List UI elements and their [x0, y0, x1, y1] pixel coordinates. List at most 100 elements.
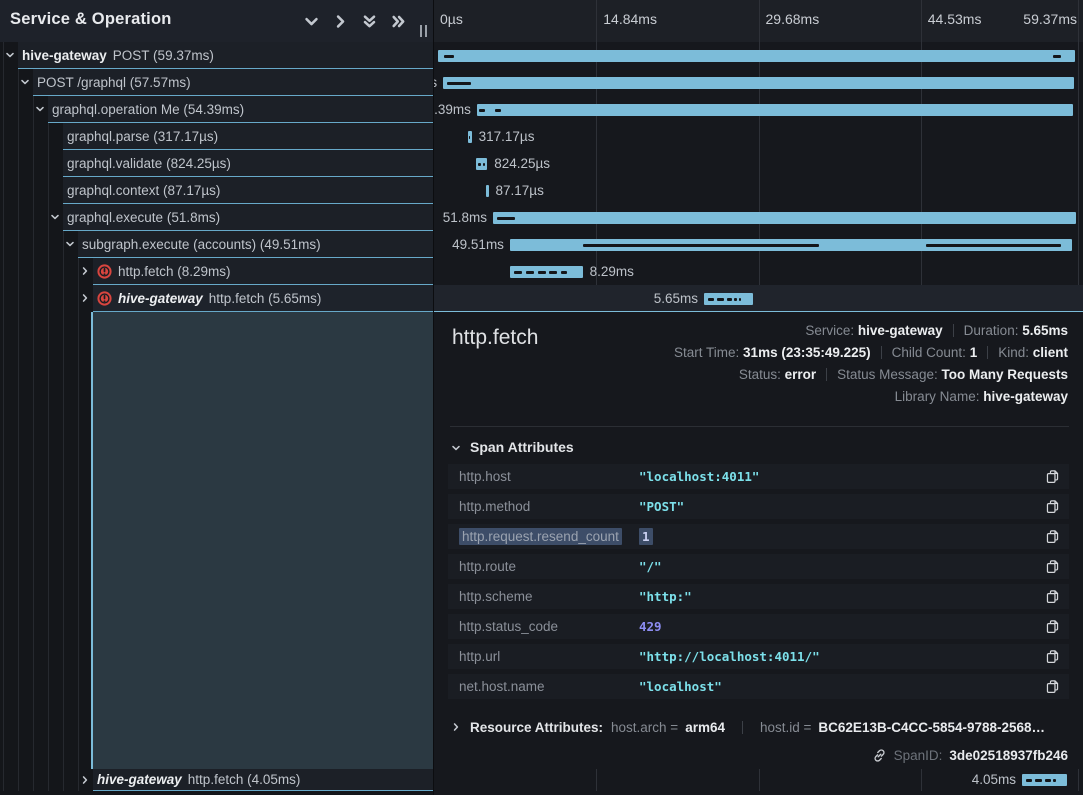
panel-title: Service & Operation	[10, 10, 172, 29]
span-tree-row[interactable]: POST /graphql (57.57ms)	[33, 69, 434, 96]
double-chevron-down-icon[interactable]	[361, 13, 378, 30]
indent-guide-line	[18, 42, 19, 791]
span-duration-bar[interactable]	[1022, 774, 1067, 786]
detail-divider	[450, 426, 1069, 427]
span-duration-bar[interactable]	[477, 104, 1073, 116]
span-tree-row[interactable]: hive-gatewayhttp.fetch (5.65ms)	[93, 285, 434, 312]
attribute-key: http.status_code	[459, 619, 639, 634]
child-span-mark	[926, 244, 1061, 247]
attribute-value: "localhost:4011"	[639, 469, 759, 484]
meta-value: Too Many Requests	[941, 367, 1068, 382]
link-icon[interactable]	[872, 748, 887, 763]
span-duration-bar[interactable]	[493, 212, 1076, 224]
attribute-row[interactable]: http.url"http://localhost:4011/"	[448, 644, 1069, 669]
meta-label: Status:	[739, 367, 785, 382]
chevron-right-icon[interactable]	[79, 265, 91, 277]
selected-row-underline	[434, 311, 1083, 312]
copy-icon[interactable]	[1045, 529, 1060, 544]
attribute-value: "POST"	[639, 499, 684, 514]
chevron-down-icon[interactable]	[19, 76, 31, 88]
span-duration-bar[interactable]	[438, 50, 1075, 62]
bar-duration-label: 5.65ms	[654, 285, 698, 312]
spanid-label: SpanID:	[894, 748, 943, 763]
attribute-row[interactable]: http.request.resend_count1	[448, 524, 1069, 549]
span-duration-bar[interactable]	[486, 185, 489, 197]
error-icon	[97, 291, 112, 306]
chevron-down-icon[interactable]	[34, 103, 46, 115]
indent-guide-line	[48, 42, 49, 791]
span-duration-bar[interactable]	[468, 131, 472, 143]
span-tree-row[interactable]: subgraph.execute (accounts) (49.51ms)	[78, 231, 434, 258]
double-chevron-right-icon[interactable]	[390, 13, 407, 30]
span-duration-bar[interactable]	[510, 239, 1072, 251]
copy-icon[interactable]	[1045, 559, 1060, 574]
chevron-right-icon[interactable]	[332, 13, 349, 30]
chevron-down-icon[interactable]	[64, 238, 76, 250]
span-tree-row[interactable]: graphql.parse (317.17µs)	[63, 123, 434, 150]
panel-resize-handle[interactable]	[420, 25, 427, 37]
axis-tick-label: 59.37ms	[1023, 11, 1077, 27]
bar-duration-label: 54.39ms	[434, 96, 471, 123]
attribute-row[interactable]: net.host.name"localhost"	[448, 674, 1069, 699]
timeline-bottom-row: 4.05ms	[434, 769, 1083, 791]
timeline-row: 5.65ms	[434, 285, 1083, 312]
meta-value: 5.65ms	[1022, 323, 1068, 338]
span-tree-row[interactable]: graphql.context (87.17µs)	[63, 177, 434, 204]
span-duration-bar[interactable]	[704, 293, 753, 305]
child-span-mark	[447, 82, 471, 85]
span-tree-row[interactable]: http.fetch (8.29ms)	[93, 258, 434, 285]
attribute-row[interactable]: http.host"localhost:4011"	[448, 464, 1069, 489]
child-span-mark	[526, 271, 534, 274]
attribute-value: "http://localhost:4011/"	[639, 649, 820, 664]
attribute-key: http.host	[459, 469, 639, 484]
chevron-right-icon[interactable]	[79, 774, 91, 786]
copy-icon[interactable]	[1045, 499, 1060, 514]
chevron-right-icon	[450, 721, 462, 733]
resource-attributes-items: host.arch = arm64host.id = BC62E13B-C4CC…	[611, 720, 1045, 735]
attribute-key: http.route	[459, 559, 639, 574]
span-attributes-table: http.host"localhost:4011" http.method"POS…	[448, 464, 1069, 704]
span-tree-row[interactable]: hive-gatewayPOST (59.37ms)	[18, 42, 434, 69]
bar-duration-label: 87.17µs	[496, 177, 544, 204]
attribute-value: 429	[639, 619, 662, 634]
span-duration-bar[interactable]	[476, 158, 487, 170]
chevron-down-icon[interactable]	[303, 13, 320, 30]
copy-icon[interactable]	[1045, 589, 1060, 604]
span-tree-panel: Service & Operation hive-gatewayPOST (59…	[0, 0, 434, 795]
detail-span-title: http.fetch	[452, 326, 538, 350]
span-attributes-header[interactable]: Span Attributes	[450, 439, 574, 455]
copy-icon[interactable]	[1045, 649, 1060, 664]
attribute-row[interactable]: http.status_code429	[448, 614, 1069, 639]
attribute-value: "localhost"	[639, 679, 722, 694]
detail-meta-line: Start Time: 31ms (23:35:49.225)Child Cou…	[674, 342, 1068, 364]
meta-divider	[953, 324, 954, 337]
attribute-key: net.host.name	[459, 679, 639, 694]
axis-tick-label: 14.84ms	[603, 11, 657, 27]
attribute-value: 1	[639, 528, 653, 545]
attribute-key: http.url	[459, 649, 639, 664]
timeline-row: 51.8ms	[434, 204, 1083, 231]
chevron-down-icon[interactable]	[4, 49, 16, 61]
span-duration-bar[interactable]	[443, 77, 1074, 89]
span-operation-name: graphql.operation Me (54.39ms)	[52, 102, 244, 117]
span-tree-row[interactable]: graphql.execute (51.8ms)	[63, 204, 434, 231]
span-tree-row[interactable]: graphql.validate (824.25µs)	[63, 150, 434, 177]
span-tree-row[interactable]: graphql.operation Me (54.39ms)	[48, 96, 434, 123]
resource-attributes-row[interactable]: Resource Attributes: host.arch = arm64ho…	[450, 716, 1068, 738]
attribute-row[interactable]: http.scheme"http:"	[448, 584, 1069, 609]
copy-icon[interactable]	[1045, 469, 1060, 484]
chevron-right-icon[interactable]	[79, 292, 91, 304]
attribute-value: "/"	[639, 559, 662, 574]
span-tree-row[interactable]: hive-gatewayhttp.fetch (4.05ms)	[93, 769, 434, 791]
span-duration-bar[interactable]	[510, 266, 583, 278]
copy-icon[interactable]	[1045, 679, 1060, 694]
copy-icon[interactable]	[1045, 619, 1060, 634]
timeline-row: 4.05ms	[434, 769, 1083, 791]
chevron-down-icon[interactable]	[49, 211, 61, 223]
attribute-row[interactable]: http.route"/"	[448, 554, 1069, 579]
attribute-row[interactable]: http.method"POST"	[448, 494, 1069, 519]
timeline-row	[434, 42, 1083, 69]
meta-divider	[987, 346, 988, 359]
axis-tick-label: 29.68ms	[766, 11, 820, 27]
attribute-key: http.scheme	[459, 589, 639, 604]
